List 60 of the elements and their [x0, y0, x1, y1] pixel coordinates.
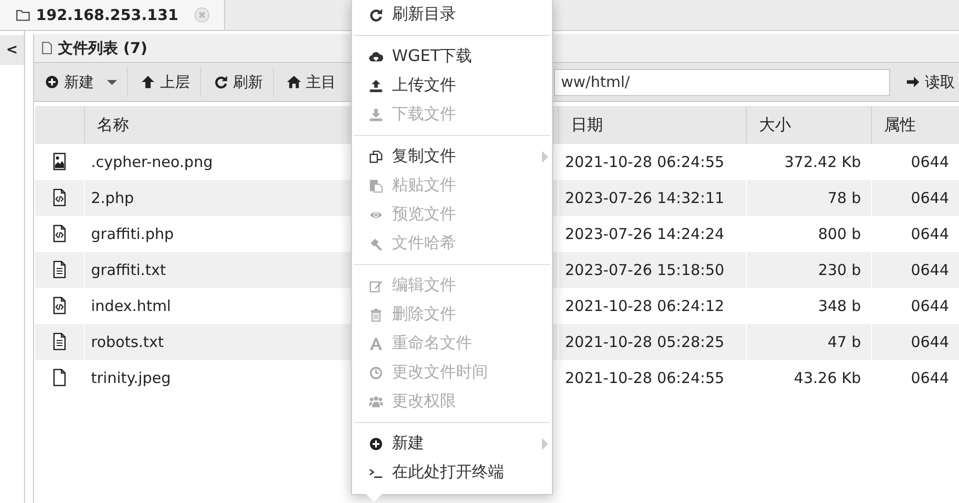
toolbar-button[interactable]: 刷新: [211, 67, 274, 97]
code-file-icon: [51, 296, 68, 315]
column-header[interactable]: 大小: [746, 106, 872, 144]
toolbar-button[interactable]: 上层: [138, 67, 201, 97]
submenu-arrow-icon: [542, 151, 548, 163]
plus-circle-icon: [45, 75, 59, 89]
attributes-cell: 0644: [872, 252, 959, 288]
date-cell: 2023-07-26 15:18:50: [558, 252, 746, 288]
path-field[interactable]: ww/html/: [554, 68, 890, 96]
upload-icon: [369, 78, 383, 92]
menu-item[interactable]: 刷新目录: [352, 0, 552, 29]
code-file-icon: [51, 224, 68, 243]
column-header[interactable]: 日期: [558, 106, 746, 144]
menu-item[interactable]: 上传文件: [352, 71, 552, 100]
file-icon: [51, 368, 68, 387]
trash-icon: [369, 308, 383, 322]
date-cell: 2023-07-26 14:32:11: [558, 180, 746, 216]
date-cell: 2021-10-28 06:24:55: [558, 360, 746, 396]
users-icon: [369, 394, 383, 408]
load-button[interactable]: 读取: [902, 72, 959, 92]
paste-icon: [369, 178, 383, 192]
size-cell: 78 b: [746, 180, 872, 216]
connection-tab[interactable]: 192.168.253.131: [0, 0, 226, 30]
attributes-cell: 0644: [872, 360, 959, 396]
panel-title: 文件列表 (7): [58, 38, 148, 58]
column-header[interactable]: 属性: [872, 106, 959, 144]
file-icon: [40, 41, 54, 55]
image-file-icon: [51, 152, 68, 171]
size-cell: 230 b: [746, 252, 872, 288]
text-file-icon: [51, 332, 68, 351]
right-arrow-icon: [906, 75, 920, 89]
submenu-arrow-icon: [542, 438, 548, 450]
close-icon[interactable]: [194, 7, 210, 23]
refresh-icon: [214, 75, 228, 89]
toolbar-button[interactable]: 主目: [284, 67, 336, 97]
size-cell: 47 b: [746, 324, 872, 360]
plus-circle-icon: [369, 436, 383, 450]
edit-icon: [369, 278, 383, 292]
date-cell: 2021-10-28 05:28:25: [558, 324, 746, 360]
gavel-icon: [369, 236, 383, 250]
up-arrow-icon: [141, 75, 155, 89]
folder-icon: [16, 8, 30, 22]
menu-item[interactable]: 复制文件: [352, 142, 552, 171]
menu-item[interactable]: WGET下载: [352, 42, 552, 71]
text-file-icon: [51, 260, 68, 279]
attributes-cell: 0644: [872, 180, 959, 216]
refresh-icon: [369, 8, 383, 22]
code-file-icon: [51, 188, 68, 207]
cloud-download-icon: [369, 50, 383, 64]
clock-icon: [369, 366, 383, 380]
toolbar-button[interactable]: 新建: [42, 67, 128, 97]
collapse-button[interactable]: <: [0, 35, 24, 65]
copy-icon: [369, 150, 383, 164]
download-icon: [369, 108, 383, 122]
home-icon: [287, 75, 301, 89]
size-cell: 43.26 Kb: [746, 360, 872, 396]
font-icon: [369, 336, 383, 350]
menu-item[interactable]: 新建: [352, 429, 552, 458]
attributes-cell: 0644: [872, 324, 959, 360]
menu-item[interactable]: 在此处打开终端: [352, 458, 552, 487]
